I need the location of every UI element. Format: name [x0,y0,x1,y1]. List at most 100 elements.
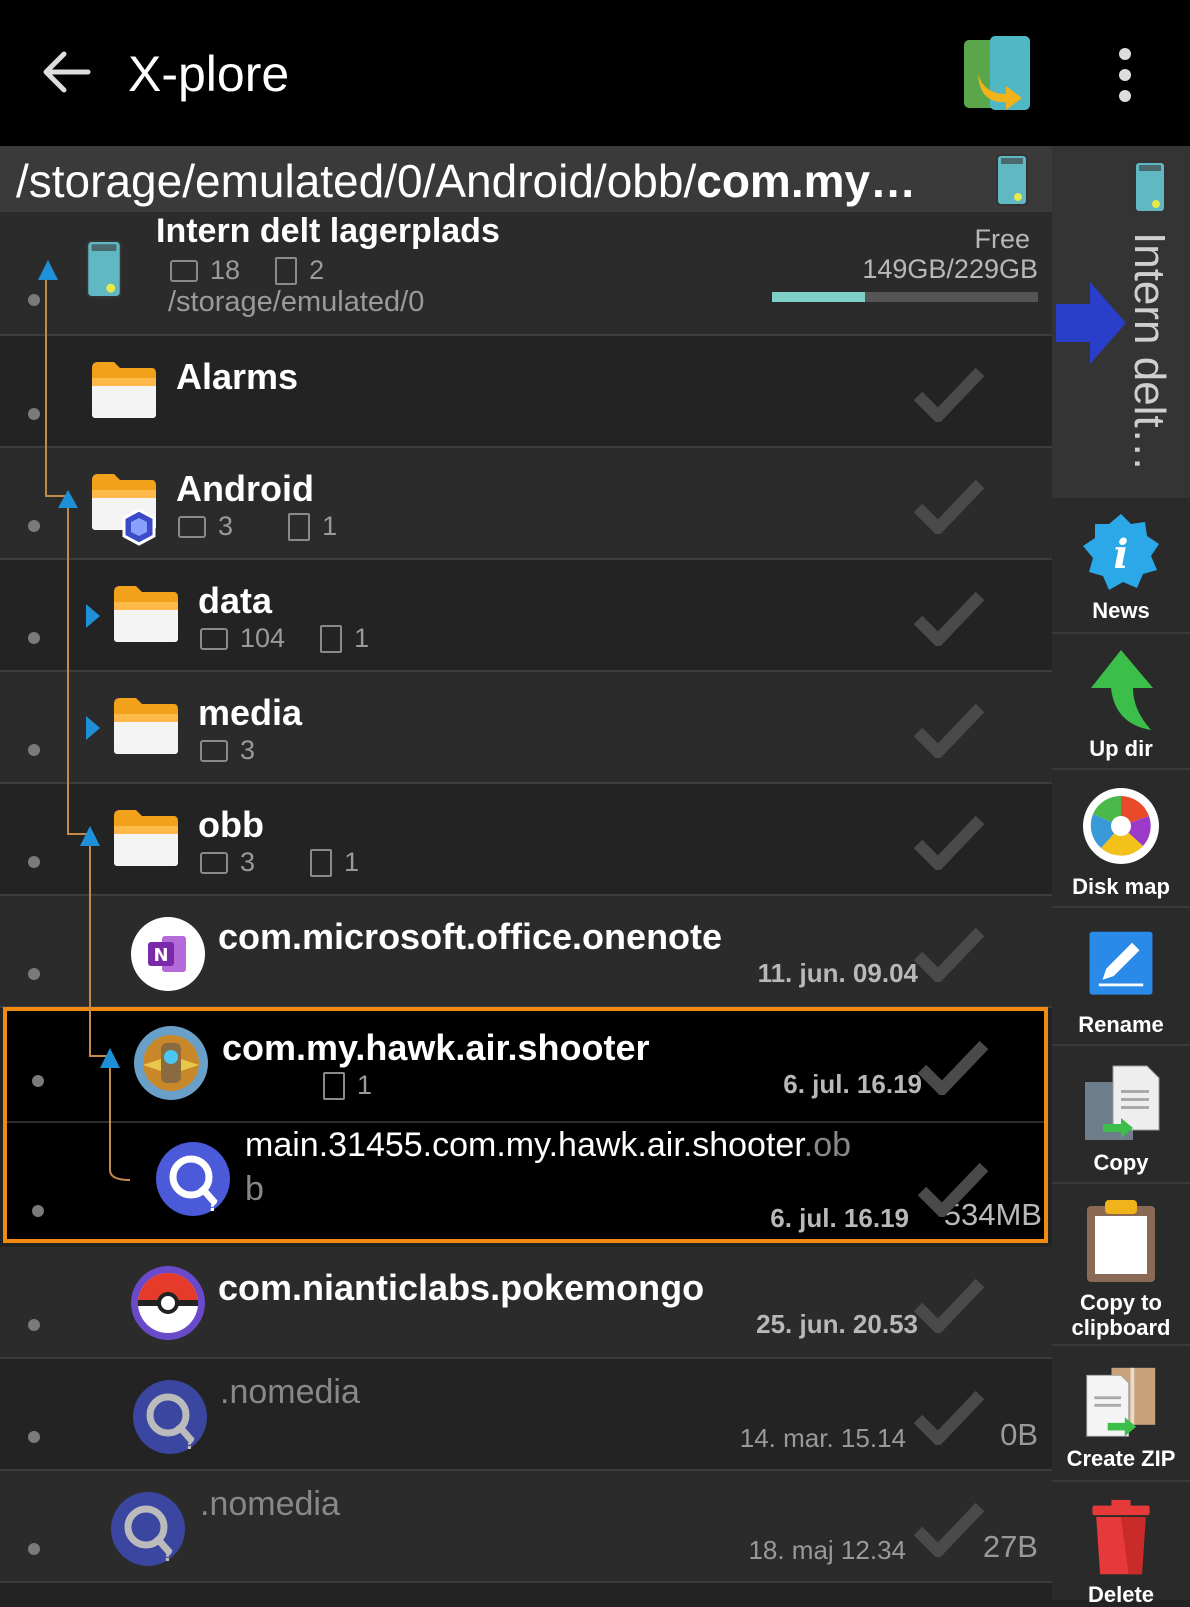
copy-files-icon [1085,1065,1160,1140]
svg-text:i: i [1113,531,1128,578]
rename-pencil-icon [1089,931,1153,995]
up-arrow-icon [1091,650,1153,730]
path-text: /storage/emulated/0/Android/obb/com.my… [16,155,917,207]
storage-device-icon [996,154,1028,206]
file-count-icon [275,256,298,285]
tree-dot [28,1543,40,1555]
modified-date: 11. jun. 09.04 [757,958,918,988]
folder-counts: 104 1 [200,622,369,654]
folder-count-icon [200,739,228,762]
file-count-icon [323,1071,345,1100]
file-name: .nomedia [200,1485,340,1523]
copy-to-clipboard-button[interactable]: Copy to clipboard [1052,1184,1190,1346]
news-button[interactable]: i News [1052,498,1190,634]
file-row-nomedia[interactable]: ? .nomedia 18. maj 12.34 27B [0,1471,1052,1583]
folder-icon [92,362,156,418]
storage-counts: 18 2 [170,254,324,286]
modified-date: 6. jul. 16.19 [783,1069,922,1099]
dual-pane-icon[interactable] [962,34,1032,114]
folder-counts: 3 1 [200,846,359,878]
folder-row-obb[interactable]: obb 3 1 [0,784,1052,896]
svg-text:?: ? [208,1195,218,1216]
svg-text:?: ? [163,1545,173,1566]
file-row-main-obb[interactable]: ? main.31455.com.my.hawk.air.shooter.ob b… [7,1121,1044,1239]
back-arrow-icon[interactable] [38,44,94,100]
folder-count-icon [200,627,228,650]
rename-button[interactable]: Rename [1052,908,1190,1046]
folder-row-android[interactable]: Android 3 1 [0,448,1052,560]
tree-dot [28,968,40,980]
folder-row-pokemongo[interactable]: com.nianticlabs.pokemongo 25. jun. 20.53 [0,1247,1052,1359]
checkmark-icon[interactable] [914,366,984,422]
modified-date: 18. maj 12.34 [748,1535,906,1565]
checkmark-icon[interactable] [914,1277,984,1333]
checkmark-icon[interactable] [914,702,984,758]
folder-row-media[interactable]: media 3 [0,672,1052,784]
folder-counts: 3 1 [178,510,337,542]
tree-dot [28,856,40,868]
folder-count-icon [170,259,198,282]
disk-map-label: Disk map [1072,874,1170,899]
file-row-nomedia[interactable]: ? .nomedia 14. mar. 15.14 0B [0,1359,1052,1471]
tree-dot [28,1431,40,1443]
checkmark-icon[interactable] [918,1039,988,1095]
folder-icon [114,586,178,642]
onenote-app-icon: N [131,917,205,991]
expand-triangle-icon[interactable] [84,602,102,630]
free-label: Free [974,224,1030,254]
tree-dot [28,744,40,756]
up-dir-label: Up dir [1089,736,1153,761]
side-pane-title: Intern delt… [1125,232,1174,472]
storage-path: /storage/emulated/0 [168,286,425,318]
file-name: .nomedia [220,1373,360,1411]
disk-map-button[interactable]: Disk map [1052,770,1190,908]
storage-name: Intern delt lagerplads [156,212,500,250]
folder-name: Alarms [176,356,299,397]
unknown-file-icon: ? [156,1142,230,1216]
checkmark-icon[interactable] [914,590,984,646]
folder-row-onenote[interactable]: N com.microsoft.office.onenote 11. jun. … [0,896,1052,1008]
app-title: X-plore [128,46,290,102]
folder-counts: 1 [323,1069,372,1101]
checkmark-icon[interactable] [918,1161,988,1217]
zip-archive-icon [1086,1367,1156,1437]
copy-button[interactable]: Copy [1052,1046,1190,1184]
unknown-file-icon: ? [111,1492,185,1566]
tree-dot [28,408,40,420]
modified-date: 14. mar. 15.14 [739,1423,906,1453]
storage-root-row[interactable]: Intern delt lagerplads 18 2 /storage/emu… [0,212,1052,336]
checkmark-icon[interactable] [914,926,984,982]
folder-row-data[interactable]: data 104 1 [0,560,1052,672]
more-options-icon[interactable] [1110,48,1140,102]
folder-row-alarms[interactable]: Alarms [0,336,1052,448]
folder-count-icon [200,851,228,874]
create-zip-button[interactable]: Create ZIP [1052,1346,1190,1482]
folder-count-icon [178,515,206,538]
app-bar: X-plore [0,0,1190,146]
file-name: main.31455.com.my.hawk.air.shooter.ob b [245,1126,852,1208]
folder-name: Android [176,468,314,509]
path-bar[interactable]: /storage/emulated/0/Android/obb/com.my… [0,146,1052,212]
folder-name: data [198,580,273,621]
create-zip-label: Create ZIP [1066,1446,1176,1471]
tree-dot [28,1319,40,1331]
folder-name: com.nianticlabs.pokemongo [218,1267,705,1308]
up-dir-button[interactable]: Up dir [1052,634,1190,770]
checkmark-icon[interactable] [914,1501,984,1557]
folder-row-hawk[interactable]: com.my.hawk.air.shooter 1 6. jul. 16.19 [7,1011,1044,1123]
folder-icon [114,698,178,754]
checkmark-icon[interactable] [914,814,984,870]
clipboard-icon [1087,1200,1155,1282]
folder-name: media [198,692,303,733]
checkmark-icon[interactable] [914,478,984,534]
delete-button[interactable]: Delete [1052,1482,1190,1607]
folder-icon [114,810,178,866]
checkmark-icon[interactable] [914,1389,984,1445]
modified-date: 6. jul. 16.19 [770,1203,909,1233]
expand-triangle-icon[interactable] [84,714,102,742]
selected-group: com.my.hawk.air.shooter 1 6. jul. 16.19 … [3,1007,1048,1243]
free-value: 149GB/229GB [862,254,1038,284]
file-count-icon [310,848,333,877]
tree-dot [32,1205,44,1217]
copy-to-clipboard-label: Copy to clipboard [1071,1290,1171,1340]
